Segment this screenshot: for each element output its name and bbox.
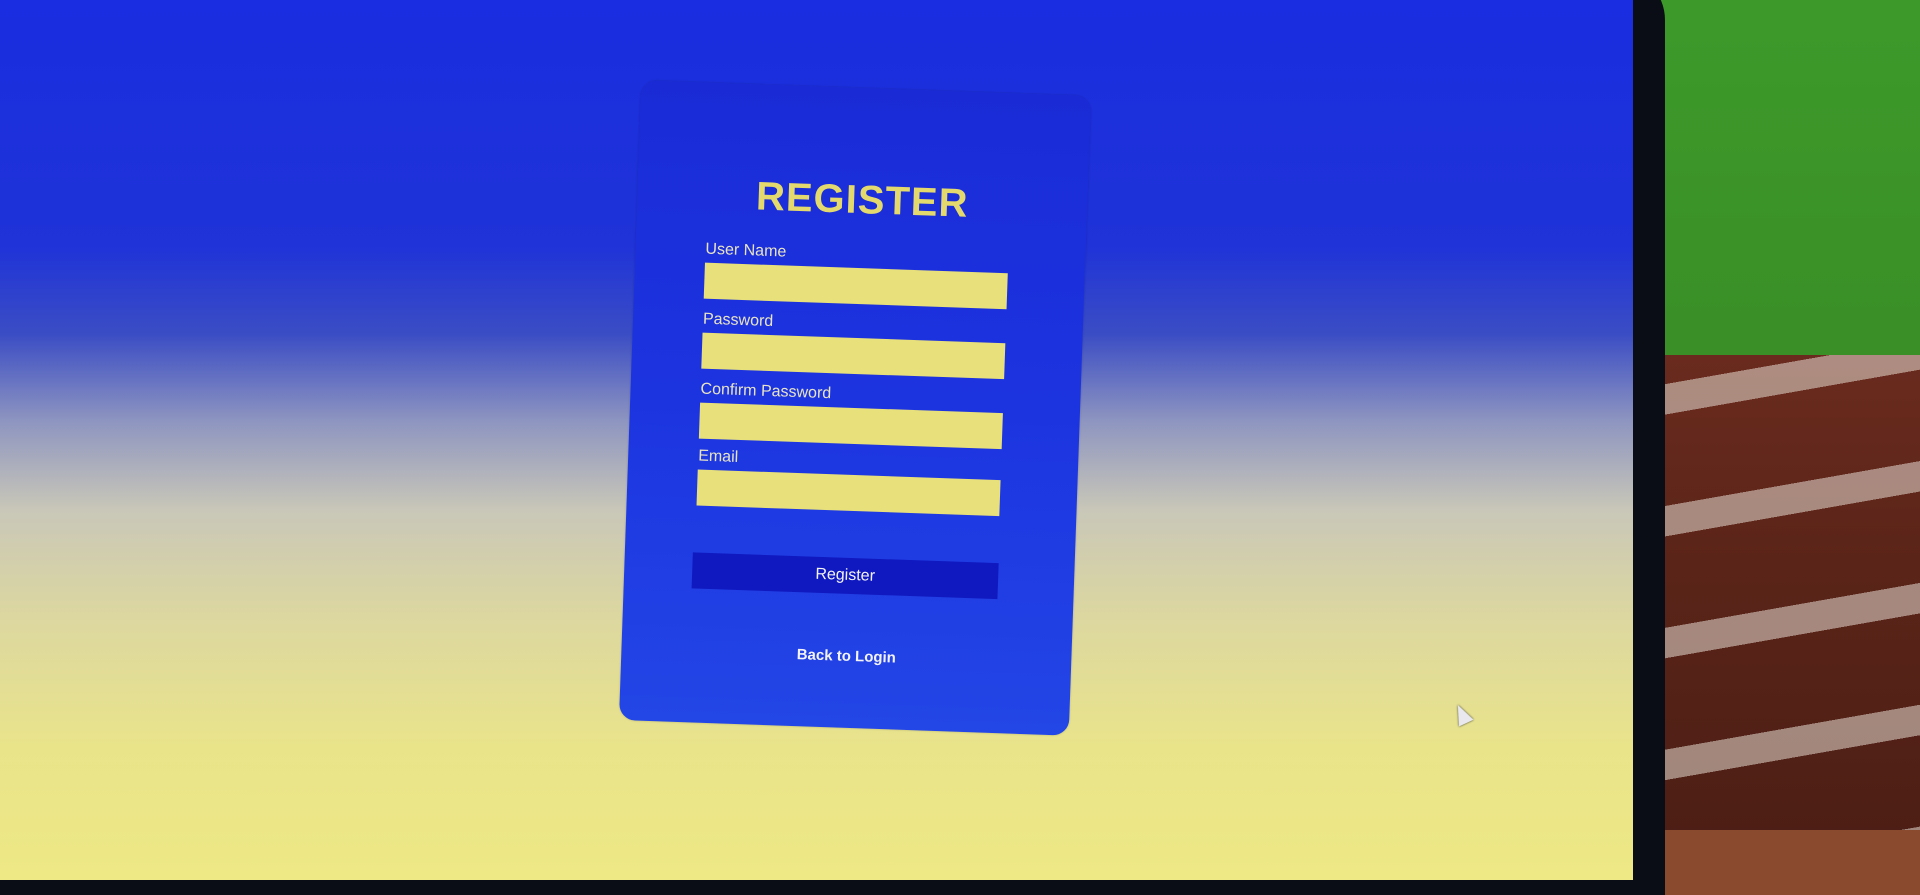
confirm-password-input[interactable] bbox=[698, 402, 1003, 450]
mouse-pointer-icon bbox=[1450, 701, 1474, 727]
email-input[interactable] bbox=[696, 469, 1001, 517]
password-label: Password bbox=[702, 310, 774, 331]
register-card: REGISTER User Name Password Confirm Pass… bbox=[618, 80, 1092, 736]
laptop-bezel: REGISTER User Name Password Confirm Pass… bbox=[0, 0, 1665, 895]
register-button[interactable]: Register bbox=[691, 552, 999, 600]
back-to-login-link[interactable]: Back to Login bbox=[621, 640, 1071, 673]
username-input[interactable] bbox=[703, 262, 1008, 310]
confirm-password-label: Confirm Password bbox=[700, 380, 832, 403]
username-label: User Name bbox=[705, 240, 787, 261]
password-input[interactable] bbox=[701, 332, 1006, 380]
screen: REGISTER User Name Password Confirm Pass… bbox=[0, 0, 1633, 880]
page-title: REGISTER bbox=[755, 174, 970, 226]
email-label: Email bbox=[697, 447, 739, 466]
